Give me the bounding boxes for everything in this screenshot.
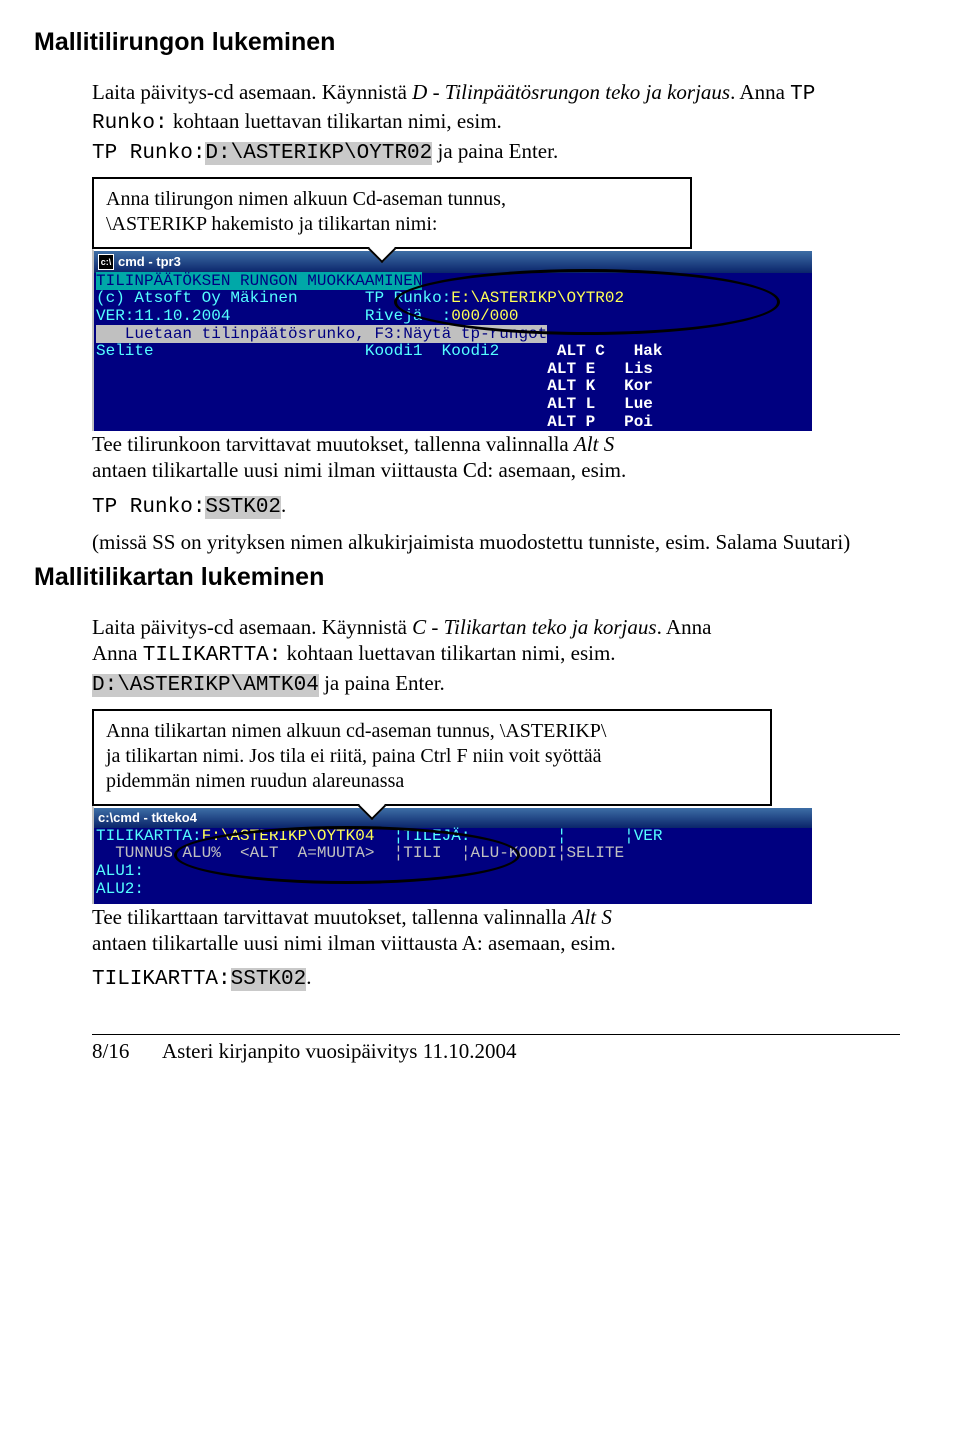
paragraph-2: Tee tilirunkoon tarvittavat muutokset, t… <box>92 431 900 484</box>
p3-h: ja paina Enter. <box>319 671 445 695</box>
p3-a: Laita päivitys-cd asemaan. Käynnistä <box>92 615 412 639</box>
callout2-line3: pidemmän nimen ruudun alareunassa <box>106 769 758 794</box>
term1-l5b: Koodi1 <box>365 342 423 360</box>
p2-b: Alt S <box>574 432 614 456</box>
term2-l1b: F:\ASTERIKP\OYTK04 <box>202 827 375 845</box>
term2-l1: TILIKARTTA:F:\ASTERIKP\OYTK04 ¦TILEJÄ: ¦… <box>94 828 812 846</box>
term1-r5-text: ALT P Poi <box>538 413 653 431</box>
term1-l2b: TP Runko: <box>365 289 451 307</box>
term1-l5: Selite Koodi1 Koodi2 ALT C Hak <box>94 343 812 361</box>
callout2-line1: Anna tilikartan nimen alkuun cd-aseman t… <box>106 719 758 744</box>
p2-d: TP Runko: <box>92 496 205 519</box>
p3-b: C <box>412 615 426 639</box>
term1-l4-text: Luetaan tilinpäätösrunko, F3:Näytä tp-ru… <box>96 325 547 343</box>
p2-g: (missä SS on yrityksen nimen alkukirjaim… <box>92 530 850 554</box>
cmd-icon: c:\ <box>98 811 113 825</box>
paragraph-4-code: TILIKARTTA:SSTK02. <box>92 964 900 993</box>
p1-b: D <box>412 80 427 104</box>
term2-l1d: ¦ ¦VER <box>470 827 662 845</box>
term1-r4: ALT L Lue <box>94 396 812 414</box>
p4-c: antaen tilikartalle uusi nimi ilman viit… <box>92 931 616 955</box>
callout1-line1: Anna tilirungon nimen alkuun Cd-aseman t… <box>106 187 678 212</box>
terminal-screenshot-1: c:\ cmd - tpr3 TILINPÄÄTÖKSEN RUNGON MUO… <box>92 247 812 431</box>
terminal2-titlebar: c:\ cmd - tkteko4 <box>94 808 812 828</box>
p3-e: TILIKARTTA: <box>143 644 282 667</box>
p3-g-highlight: D:\ASTERIKP\AMTK04 <box>92 674 319 697</box>
term1-r3: ALT K Kor <box>94 378 812 396</box>
terminal1-titlebar: c:\ cmd - tpr3 <box>94 251 812 273</box>
p1-f: kohtaan luettavan tilikartan nimi, esim. <box>168 109 502 133</box>
footer-page-number: 8/16 <box>92 1039 162 1064</box>
term1-r5: ALT P Poi <box>94 414 812 432</box>
paragraph-2-tail: (missä SS on yrityksen nimen alkukirjaim… <box>92 529 900 555</box>
term2-l2: TUNNUS ALU% <ALT A=MUUTA> ¦TILI ¦ALU-KOO… <box>94 845 812 863</box>
p4-b: Alt S <box>572 905 612 929</box>
term1-l3c: 000/000 <box>451 307 518 325</box>
term1-l2a: (c) Atsoft Oy Mäkinen <box>96 289 298 307</box>
p4-f: . <box>306 965 311 989</box>
term1-l1: TILINPÄÄTÖKSEN RUNGON MUOKKAAMINEN <box>94 273 812 291</box>
term2-l3b: ALU2: <box>94 881 812 899</box>
term2-l1c: ¦TILEJÄ: <box>394 827 471 845</box>
term1-l2: (c) Atsoft Oy Mäkinen TP Runko:E:\ASTERI… <box>94 290 812 308</box>
p1-h-highlight: D:\ASTERIKP\OYTR02 <box>205 142 432 165</box>
p2-f: . <box>281 493 286 517</box>
term1-l3: VER:11.10.2004 Rivejä :000/000 <box>94 308 812 326</box>
callout2-line2: ja tilikartan nimi. Jos tila ei riitä, p… <box>106 744 758 769</box>
p2-e-highlight: SSTK02 <box>205 496 281 519</box>
footer: 8/16 Asteri kirjanpito vuosipäivitys 11.… <box>92 1034 900 1064</box>
paragraph-3: Laita päivitys-cd asemaan. Käynnistä C -… <box>92 614 900 699</box>
term1-l4: Luetaan tilinpäätösrunko, F3:Näytä tp-ru… <box>94 326 812 344</box>
term1-l5c: Koodi2 <box>442 342 500 360</box>
cmd-icon: c:\ <box>98 254 114 270</box>
term1-r2-text: ALT E Lis <box>538 360 653 378</box>
p1-g: TP Runko: <box>92 142 205 165</box>
p4-d: TILIKARTTA: <box>92 968 231 991</box>
term1-l5a: Selite <box>96 342 154 360</box>
term1-l3b: Rivejä : <box>365 307 451 325</box>
term1-r3-text: ALT K Kor <box>538 377 653 395</box>
paragraph-1: Laita päivitys-cd asemaan. Käynnistä D -… <box>92 79 900 167</box>
callout-box-1: Anna tilirungon nimen alkuun Cd-aseman t… <box>92 177 692 249</box>
p4-e-highlight: SSTK02 <box>231 968 307 991</box>
term1-l3a: VER:11.10.2004 <box>96 307 230 325</box>
p1-i: ja paina Enter. <box>432 139 558 163</box>
terminal-screenshot-2: c:\ cmd - tkteko4 TILIKARTTA:F:\ASTERIKP… <box>92 804 812 904</box>
p1-c: - Tilinpäätösrungon teko ja korjaus <box>427 80 730 104</box>
p2-a: Tee tilirunkoon tarvittavat muutokset, t… <box>92 432 574 456</box>
footer-title: Asteri kirjanpito vuosipäivitys 11.10.20… <box>162 1039 900 1064</box>
heading-mallitilikartan: Mallitilikartan lukeminen <box>34 563 900 592</box>
p4-a: Tee tilikarttaan tarvittavat muutokset, … <box>92 905 572 929</box>
terminal2-title: cmd - tkteko4 <box>113 811 197 825</box>
paragraph-2-code: TP Runko:SSTK02. <box>92 492 900 521</box>
term1-r1: ALT C Hak <box>547 342 662 360</box>
heading-mallitilirungon: Mallitilirungon lukeminen <box>34 28 900 57</box>
callout1-line2: \ASTERIKP hakemisto ja tilikartan nimi: <box>106 212 678 237</box>
term1-l2c: E:\ASTERIKP\OYTR02 <box>451 289 624 307</box>
term1-r4-text: ALT L Lue <box>538 395 653 413</box>
term1-l1-text: TILINPÄÄTÖKSEN RUNGON MUOKKAAMINEN <box>96 272 422 290</box>
term1-r2: ALT E Lis <box>94 361 812 379</box>
p3-c: - Tilikartan teko ja korjaus <box>426 615 656 639</box>
p3-cont1: Anna <box>92 641 143 665</box>
terminal1-title: cmd - tpr3 <box>118 255 181 269</box>
p3-f: kohtaan luettavan tilikartan nimi, esim. <box>281 641 615 665</box>
term2-l3a: ALU1: <box>94 863 812 881</box>
term2-l1a: TILIKARTTA: <box>96 827 202 845</box>
paragraph-4: Tee tilikarttaan tarvittavat muutokset, … <box>92 904 900 957</box>
p3-d: . Anna <box>657 615 712 639</box>
p1-a: Laita päivitys-cd asemaan. Käynnistä <box>92 80 412 104</box>
p2-c: antaen tilikartalle uusi nimi ilman viit… <box>92 458 626 482</box>
p1-d: . Anna <box>730 80 790 104</box>
callout-box-2: Anna tilikartan nimen alkuun cd-aseman t… <box>92 709 772 806</box>
